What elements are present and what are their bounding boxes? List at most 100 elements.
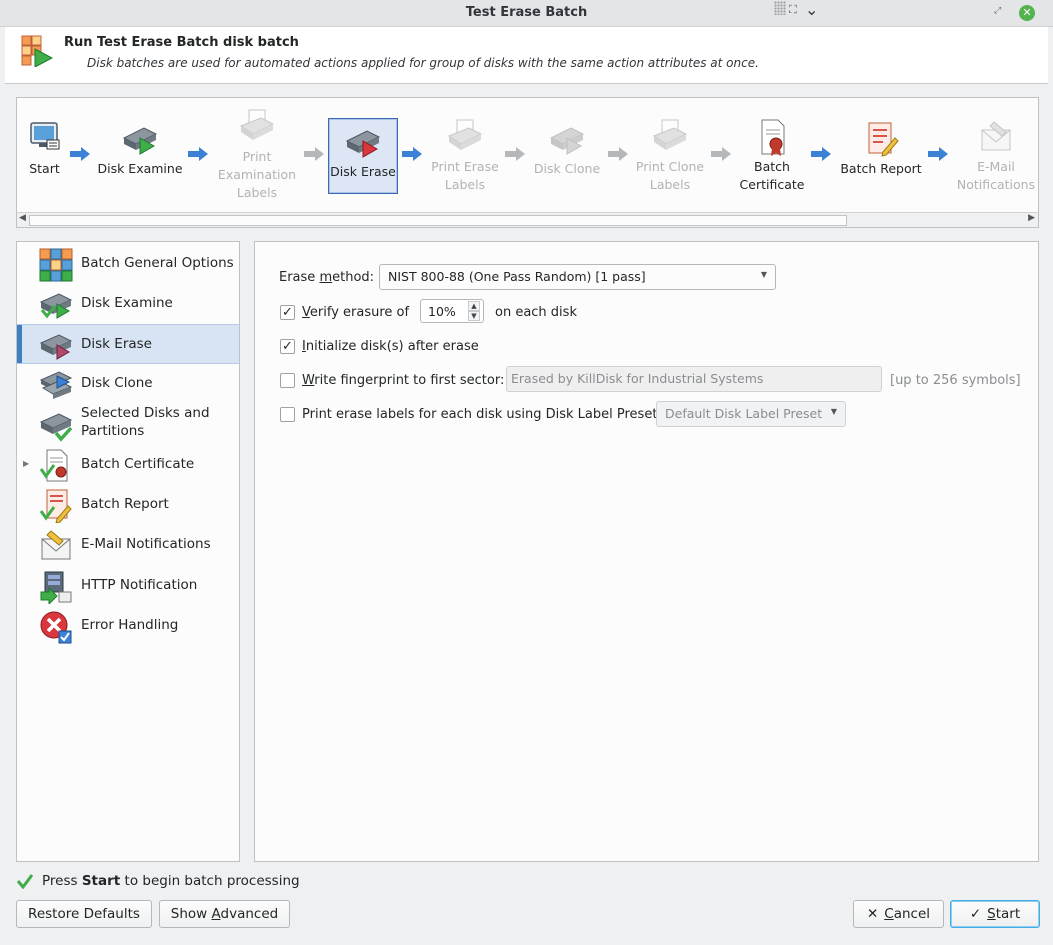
disk-erase-options-panel: Erase method: NIST 800-88 (One Pass Rand… (254, 241, 1039, 862)
restore-icon[interactable]: ⤢ (994, 6, 1001, 16)
arrow-right-icon (505, 147, 525, 161)
wizard-step-label: Start (29, 161, 60, 176)
wizard-step-start[interactable]: Start (17, 120, 72, 178)
wizard-step-batch-certificate[interactable]: Batch Certificate (735, 118, 809, 194)
window-title: Test Erase Batch (465, 5, 588, 20)
wizard-horizontal-scrollbar[interactable]: ◀ ▶ (17, 212, 1038, 227)
certificate-icon (761, 119, 785, 156)
printer-icon (652, 119, 688, 150)
wizard-step-label: Batch Certificate (739, 159, 805, 192)
dialog-header: Run Test Erase Batch disk batch Disk bat… (5, 27, 1048, 84)
window-titlebar: Test Erase Batch ⛶ ⌄ ⤢ ✕ (0, 0, 1053, 27)
expand-arrow-icon[interactable]: ▶ (23, 459, 29, 468)
initialize-disks-label: Initialize disk(s) after erase (302, 339, 479, 354)
sidebar-item-disk-examine[interactable]: Disk Examine (17, 284, 239, 324)
wizard-step-label: Batch Report (840, 161, 922, 176)
dropdown-arrow-icon: ▼ (760, 270, 767, 279)
verify-percent-value: 10% (428, 304, 456, 319)
http-icon (40, 571, 72, 604)
scroll-right-icon[interactable]: ▶ (1028, 213, 1035, 223)
header-subtitle: Disk batches are used for automated acti… (87, 56, 759, 70)
erase-method-select[interactable]: NIST 800-88 (One Pass Random) [1 pass] ▼ (379, 264, 776, 290)
show-advanced-button[interactable]: Show Advanced (159, 900, 290, 928)
check-icon (16, 874, 34, 889)
initialize-disks-checkbox[interactable]: ✓ (280, 339, 295, 354)
verify-percent-stepper[interactable]: 10% ▲ ▼ (420, 299, 484, 323)
erase-method-value: NIST 800-88 (One Pass Random) [1 pass] (388, 269, 646, 284)
email-icon (41, 530, 71, 560)
certificate-icon (39, 449, 68, 482)
scrollbar-thumb[interactable] (29, 215, 847, 226)
stepper-down-icon[interactable]: ▼ (468, 311, 480, 321)
wizard-step-disk-examine[interactable]: Disk Examine (95, 120, 185, 178)
write-fingerprint-checkbox[interactable] (280, 373, 295, 388)
checkmark-icon: ✓ (969, 906, 982, 922)
report-icon (868, 122, 899, 157)
sidebar-item-email-notifications[interactable]: E-Mail Notifications (17, 525, 239, 565)
print-erase-labels-checkbox[interactable] (280, 407, 295, 422)
arrow-right-icon (811, 147, 831, 161)
cancel-button[interactable]: ✕ Cancel (853, 900, 944, 928)
wizard-step-label: Print Erase Labels (431, 159, 499, 192)
arrow-right-icon (711, 147, 731, 161)
wizard-step-print-erase-labels[interactable]: Print Erase Labels (425, 118, 505, 194)
sidebar-item-disk-erase[interactable]: Disk Erase (17, 324, 239, 364)
fingerprint-hint: [up to 256 symbols] (890, 373, 1021, 388)
email-icon (981, 121, 1011, 151)
disk-label-preset-value: Default Disk Label Preset (665, 406, 823, 421)
arrow-right-icon (188, 147, 208, 161)
close-icon[interactable]: ✕ (1019, 5, 1035, 21)
disk-play-icon (122, 127, 158, 155)
wizard-step-disk-clone[interactable]: Disk Clone (528, 120, 606, 178)
disk-erase-icon (345, 130, 381, 158)
sidebar-item-batch-certificate[interactable]: ▶ Batch Certificate (17, 445, 239, 485)
wizard-step-batch-report[interactable]: Batch Report (836, 120, 926, 178)
wizard-step-label: Disk Erase (330, 164, 396, 179)
printer-icon (239, 109, 275, 140)
stepper-up-icon[interactable]: ▲ (468, 301, 480, 311)
maximize-icon[interactable]: ⛶ (789, 3, 797, 17)
report-icon (39, 489, 72, 523)
disk-check-icon (39, 413, 73, 442)
sidebar-item-label: Error Handling (81, 617, 179, 633)
sidebar-item-label: Disk Examine (81, 295, 173, 311)
grip-icon[interactable] (774, 1, 786, 15)
disk-label-preset-select[interactable]: Default Disk Label Preset ▼ (656, 401, 846, 427)
sidebar-item-label: HTTP Notification (81, 577, 198, 593)
verify-erasure-checkbox[interactable]: ✓ (280, 305, 295, 320)
wizard-step-disk-erase[interactable]: Disk Erase (328, 118, 398, 194)
restore-defaults-button[interactable]: Restore Defaults (16, 900, 152, 928)
wizard-step-email-notifications[interactable]: E-Mail Notifications (953, 118, 1039, 194)
printer-icon (447, 119, 483, 150)
sidebar-item-disk-clone[interactable]: Disk Clone (17, 364, 239, 404)
status-message: Press Start to begin batch processing (42, 873, 300, 889)
scroll-left-icon[interactable]: ◀ (19, 213, 26, 223)
arrow-right-icon (402, 147, 422, 161)
write-fingerprint-label: Write fingerprint to first sector: (302, 373, 505, 388)
wizard-step-label: Disk Examine (97, 161, 183, 176)
options-sidebar: Batch General Options Disk Examine Disk … (16, 241, 240, 862)
wizard-step-label: Disk Clone (533, 161, 601, 176)
wizard-steps-bar: Start Disk Examine Print Examination Lab… (16, 97, 1039, 228)
sidebar-item-label: E-Mail Notifications (81, 536, 211, 552)
sidebar-item-label: Disk Erase (81, 336, 152, 352)
chevron-down-icon[interactable]: ⌄ (805, 0, 818, 19)
cancel-x-icon: ✕ (866, 906, 879, 922)
fingerprint-text-field[interactable]: Erased by KillDisk for Industrial System… (506, 366, 882, 392)
computer-settings-icon (29, 122, 59, 150)
wizard-step-print-examination-labels[interactable]: Print Examination Labels (212, 108, 302, 202)
arrow-right-icon (608, 147, 628, 161)
sidebar-item-batch-general-options[interactable]: Batch General Options (17, 244, 239, 284)
sidebar-item-label: Batch Report (81, 496, 169, 512)
wizard-step-print-clone-labels[interactable]: Print Clone Labels (631, 118, 709, 194)
sidebar-item-batch-report[interactable]: Batch Report (17, 485, 239, 525)
verify-suffix: on each disk (495, 305, 577, 320)
disk-clone-icon (549, 127, 585, 155)
sidebar-item-http-notification[interactable]: HTTP Notification (17, 566, 239, 606)
sidebar-item-error-handling[interactable]: Error Handling (17, 606, 239, 646)
disk-erase-icon (39, 334, 73, 360)
sidebar-item-selected-disks[interactable]: Selected Disks and Partitions (17, 404, 239, 444)
start-button[interactable]: ✓ Start (950, 900, 1040, 928)
disk-examine-icon (39, 293, 73, 319)
batch-run-icon (21, 35, 53, 67)
